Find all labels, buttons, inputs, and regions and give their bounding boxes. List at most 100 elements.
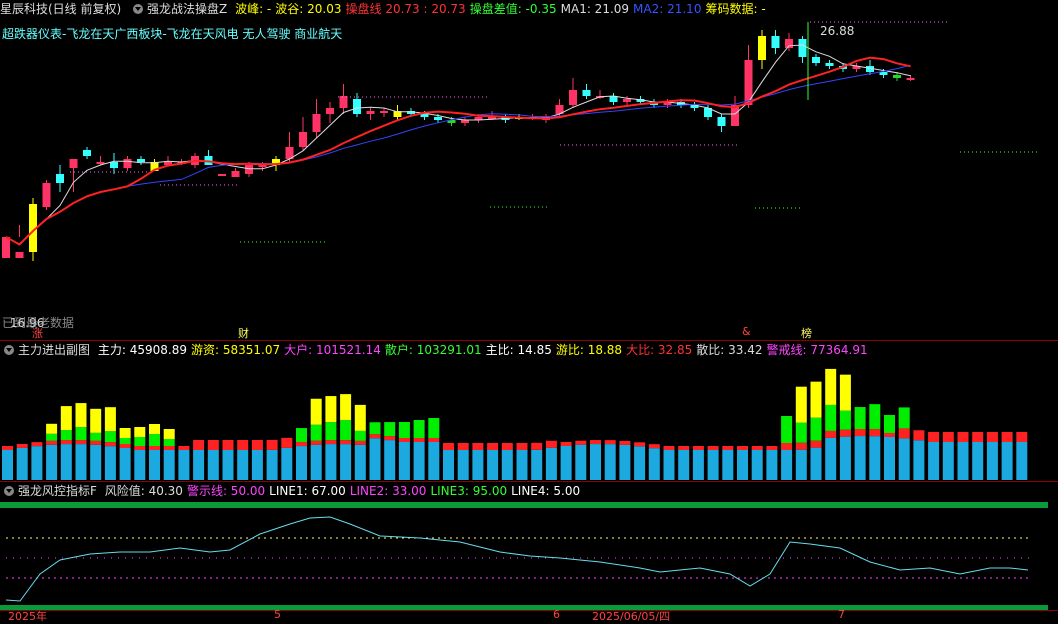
flow-bar-yellow-21 <box>310 398 322 425</box>
flow-bar-red-64 <box>942 432 954 442</box>
flow-bar-green-53 <box>781 416 793 443</box>
flow-bar-yellow-11 <box>163 429 175 439</box>
date-axis: 2025年 5 6 2025/06/05/四 7 <box>0 608 1058 623</box>
flow-bar-red-9 <box>134 446 146 450</box>
candle-body-16 <box>218 174 226 176</box>
flow-bar-red-39 <box>575 440 587 445</box>
candle-body-17 <box>231 171 240 177</box>
flow-bar-red-66 <box>972 432 984 442</box>
flow-bar-yellow-9 <box>134 427 146 437</box>
flow-bar-green-55 <box>810 417 822 441</box>
flow-bar-green-28 <box>413 420 425 438</box>
flow-bar-red-49 <box>722 446 734 450</box>
flow-bar-blue-41 <box>604 444 616 480</box>
flow-bar-red-37 <box>545 440 557 448</box>
main-chart-panel[interactable]: 星辰科技(日线 前复权) 强龙战法操盘Z 波峰: - 波谷: 20.03 操盘线 2… <box>0 0 1058 340</box>
candle-body-58 <box>785 39 793 48</box>
flow-bar-red-30 <box>443 443 454 450</box>
flow-bar-red-20 <box>296 442 307 447</box>
flow-bar-red-65 <box>957 432 969 442</box>
event-badge-0[interactable]: 涨 <box>30 325 45 341</box>
flow-bar-red-13 <box>193 440 205 450</box>
capital-flow-panel[interactable]: 主力进出副图 主力: 45908.89 游资: 58351.07 大户: 10152… <box>0 341 1058 481</box>
flow-bar-blue-28 <box>413 442 425 480</box>
flow-bar-yellow-4 <box>60 406 72 431</box>
flow-bar-green-4 <box>60 430 72 441</box>
flow-bar-green-60 <box>884 414 895 433</box>
flow-bar-blue-25 <box>369 438 381 480</box>
candle-body-65 <box>879 72 888 75</box>
flow-bar-red-43 <box>634 442 646 447</box>
flow-bar-blue-62 <box>913 440 925 480</box>
flow-bar-blue-13 <box>193 450 205 480</box>
flow-bar-red-63 <box>928 432 940 442</box>
candle-body-23 <box>312 114 321 132</box>
flow-bar-yellow-7 <box>104 407 116 432</box>
candle-body-7 <box>96 162 105 164</box>
flow-bar-yellow-55 <box>810 381 822 418</box>
flow-bar-blue-51 <box>751 450 763 480</box>
flow-bar-green-27 <box>398 422 410 438</box>
flow-bar-red-14 <box>207 440 219 450</box>
flow-bar-blue-22 <box>325 444 337 480</box>
flow-bar-blue-49 <box>722 450 734 480</box>
candle-body-4 <box>56 174 64 183</box>
flow-bar-red-59 <box>869 429 881 437</box>
capital-flow-chart[interactable] <box>0 341 1058 481</box>
candle-body-0 <box>2 237 10 258</box>
candle-body-3 <box>42 183 51 207</box>
flow-bar-red-12 <box>178 446 190 450</box>
candlestick-chart[interactable] <box>0 0 1058 340</box>
flow-bar-green-23 <box>340 420 352 441</box>
flow-bar-blue-42 <box>619 444 631 480</box>
flow-bar-yellow-6 <box>90 408 102 433</box>
flow-bar-blue-66 <box>972 442 984 480</box>
flow-bar-blue-14 <box>207 450 219 480</box>
candle-body-24 <box>326 108 334 114</box>
event-badge-1[interactable]: 财 <box>236 325 251 341</box>
event-badge-2[interactable]: & <box>740 325 753 338</box>
flow-bar-red-32 <box>472 443 484 450</box>
flow-bar-yellow-10 <box>149 424 160 434</box>
flow-bar-red-7 <box>104 442 116 447</box>
flow-bar-blue-23 <box>340 444 352 480</box>
flow-bar-red-11 <box>163 446 175 450</box>
flow-bar-blue-19 <box>281 447 293 480</box>
candle-body-32 <box>434 117 442 120</box>
flow-bar-green-54 <box>795 422 807 443</box>
flow-bar-blue-45 <box>663 450 675 480</box>
flow-bar-blue-2 <box>31 446 43 480</box>
flow-bar-blue-17 <box>251 450 263 480</box>
risk-control-panel[interactable]: 强龙风控指标F 风险值: 40.30 警示线: 50.00 LINE1: 67.00… <box>0 482 1058 610</box>
flow-bar-red-62 <box>913 430 925 441</box>
flow-bar-blue-57 <box>839 436 851 480</box>
flow-bar-blue-54 <box>795 449 807 480</box>
flow-bar-red-53 <box>781 443 793 450</box>
flow-bar-blue-52 <box>766 450 778 480</box>
flow-bar-red-36 <box>531 442 543 450</box>
candle-body-22 <box>299 132 307 147</box>
flow-bar-red-22 <box>325 440 337 445</box>
flow-bar-yellow-23 <box>340 394 352 421</box>
flow-bar-red-57 <box>839 429 851 437</box>
flow-bar-blue-61 <box>898 438 910 480</box>
risk-control-chart[interactable] <box>0 482 1058 610</box>
candle-body-66 <box>893 75 901 78</box>
flow-bar-red-24 <box>354 440 366 445</box>
flow-bar-blue-16 <box>237 450 249 480</box>
flow-bar-red-56 <box>825 430 837 438</box>
candle-body-10 <box>137 159 145 162</box>
flow-bar-red-34 <box>501 443 513 450</box>
candle-body-1 <box>15 252 24 258</box>
flow-bar-red-15 <box>222 440 234 450</box>
flow-bar-yellow-24 <box>354 404 366 431</box>
flow-bar-blue-48 <box>707 450 719 480</box>
flow-bar-blue-30 <box>443 450 454 480</box>
risk-value-line <box>5 516 1029 602</box>
event-badge-3[interactable]: 榜 <box>799 325 814 341</box>
flow-bar-green-26 <box>384 422 396 437</box>
flow-bar-red-1 <box>16 443 28 448</box>
axis-label-2: 6 <box>553 608 560 621</box>
flow-bar-green-29 <box>428 418 440 438</box>
flow-bar-red-61 <box>898 428 910 439</box>
